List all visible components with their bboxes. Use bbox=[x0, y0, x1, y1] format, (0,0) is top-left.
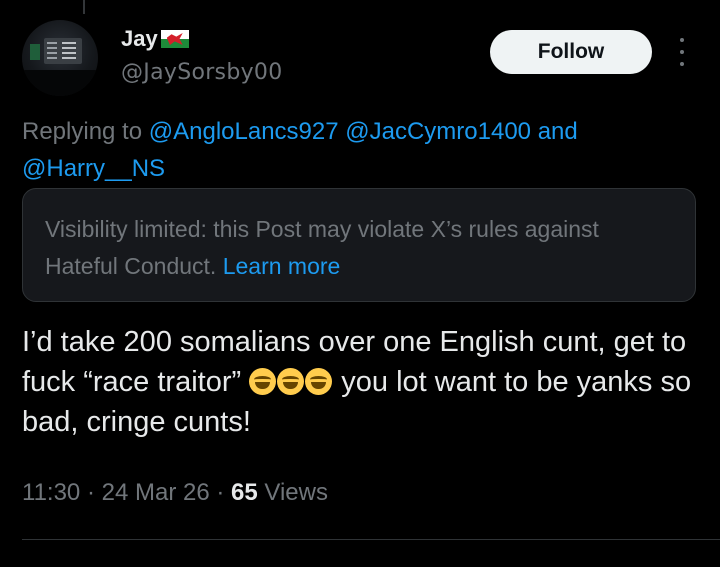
post-text: I’d take 200 somalians over one English … bbox=[22, 322, 702, 442]
mention-link[interactable]: @Harry__NS bbox=[22, 155, 165, 182]
wales-flag-icon bbox=[160, 30, 189, 48]
rolling-on-the-floor-laughing-icon bbox=[305, 368, 333, 395]
follow-button[interactable]: Follow bbox=[490, 30, 652, 74]
user-name[interactable]: Jay bbox=[121, 26, 158, 52]
views-label[interactable]: Views bbox=[258, 479, 328, 506]
mention-link[interactable]: @JacCymro1400 bbox=[345, 118, 531, 145]
avatar[interactable] bbox=[22, 20, 98, 96]
visibility-notice: Visibility limited: this Post may violat… bbox=[22, 188, 696, 302]
mention-link[interactable]: @AngloLancs927 bbox=[149, 118, 339, 145]
user-handle[interactable]: @JaySorsby00 bbox=[121, 60, 283, 85]
avatar-detail bbox=[30, 44, 40, 60]
meta-separator: · bbox=[209, 479, 231, 506]
divider bbox=[22, 539, 720, 540]
avatar-detail bbox=[22, 70, 98, 96]
rolling-on-the-floor-laughing-icon bbox=[249, 368, 277, 395]
rolling-on-the-floor-laughing-icon bbox=[277, 368, 305, 395]
avatar-detail bbox=[44, 38, 82, 64]
replying-to: Replying to @AngloLancs927 @JacCymro1400… bbox=[22, 113, 692, 187]
post-time[interactable]: 11:30 bbox=[22, 479, 80, 506]
thread-line bbox=[83, 0, 85, 14]
post-date[interactable]: 24 Mar 26 bbox=[102, 479, 210, 506]
mention-and[interactable]: and bbox=[538, 118, 578, 145]
user-name-row[interactable]: Jay bbox=[121, 26, 189, 52]
learn-more-link[interactable]: Learn more bbox=[223, 253, 341, 279]
meta-separator: · bbox=[80, 479, 102, 506]
views-count[interactable]: 65 bbox=[231, 479, 258, 506]
more-vertical-icon[interactable] bbox=[672, 38, 692, 66]
replying-prefix: Replying to bbox=[22, 118, 143, 145]
post-meta: 11:30 · 24 Mar 26 · 65 Views bbox=[22, 479, 328, 507]
